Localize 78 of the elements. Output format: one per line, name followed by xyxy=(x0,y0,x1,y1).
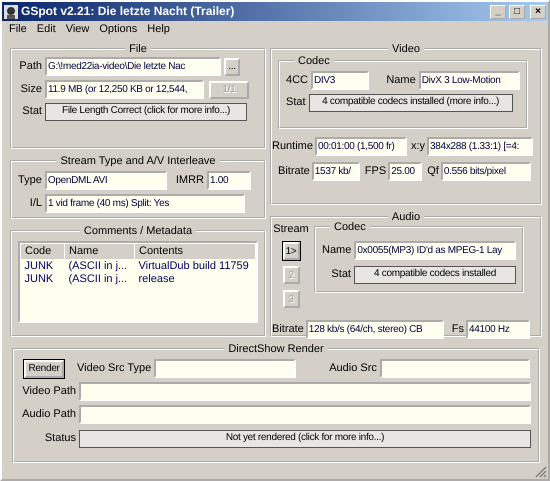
column-header[interactable]: Contents xyxy=(134,244,256,260)
menu-item[interactable]: Help xyxy=(142,23,175,37)
field-label: Path xyxy=(18,60,42,74)
field-label: Name xyxy=(386,74,416,88)
browse-button[interactable]: ... xyxy=(224,58,240,76)
input-field[interactable] xyxy=(79,405,531,424)
field-label: Fs xyxy=(452,323,464,336)
field-label: Stat xyxy=(331,268,351,282)
field-label: Stat xyxy=(286,96,306,110)
group-title: Codec xyxy=(297,55,331,67)
table-cell-text: release xyxy=(138,273,176,286)
field-label: Audio Path xyxy=(21,408,76,422)
column-header[interactable]: Name xyxy=(64,244,134,260)
input-field[interactable] xyxy=(79,382,531,401)
field-label: Audio Src xyxy=(329,362,377,376)
input-field[interactable]: G:\!med22ia-video\Die letzte Nac xyxy=(45,57,221,76)
input-field[interactable]: 44100 Hz xyxy=(466,320,530,340)
table-cell: VirtualDub build 11759 xyxy=(134,260,256,274)
input-field[interactable]: 1537 kb/ xyxy=(312,162,360,181)
input-field[interactable]: DIV3 xyxy=(311,71,370,90)
group-title: Audio xyxy=(390,211,422,223)
render-button[interactable]: Render xyxy=(24,360,64,378)
field-label: Name xyxy=(322,244,352,258)
resize-grip-icon[interactable] xyxy=(535,466,547,478)
group-title: Codec xyxy=(333,221,367,233)
table-cell-text: (ASCII in j... xyxy=(68,273,128,286)
input-field[interactable] xyxy=(154,359,296,378)
input-field[interactable] xyxy=(380,359,530,378)
field-label: Qf xyxy=(427,164,439,178)
field-label: FPS xyxy=(364,164,386,178)
field-label: x:y xyxy=(410,140,426,154)
app-icon xyxy=(4,4,18,18)
input-field[interactable]: 00:01:00 (1,500 fr) xyxy=(314,137,407,156)
table-cell-text: JUNK xyxy=(24,273,54,286)
status-button[interactable]: Not yet rendered (click for more info...) xyxy=(79,430,531,448)
field-label: Video Path xyxy=(21,384,76,398)
group-title: Video xyxy=(391,43,421,55)
field-label: IMRR xyxy=(176,174,204,188)
status-button[interactable]: 4 compatible codecs installed xyxy=(354,266,516,284)
status-button[interactable]: File Length Correct (click for more info...) xyxy=(45,103,247,121)
input-field[interactable]: OpenDML AVI xyxy=(44,171,167,190)
input-field[interactable]: 11.9 MB (or 12,250 KB or 12,544, xyxy=(45,80,204,99)
column-header[interactable]: Code xyxy=(20,244,64,260)
field-label: Video Src Type xyxy=(77,362,152,376)
maximize-button[interactable]: □ xyxy=(509,4,525,18)
field-label: Stat xyxy=(21,105,42,119)
input-field[interactable]: 0.556 bits/pixel xyxy=(440,162,531,181)
field-label: Bitrate xyxy=(272,323,304,336)
input-field[interactable]: 1.00 xyxy=(206,171,251,190)
menu-item[interactable]: Options xyxy=(94,23,142,37)
group-title: Stream Type and A/V Interleave xyxy=(59,155,217,167)
status-button[interactable]: 4 compatible codecs installed (more info...) xyxy=(308,94,513,112)
group-title: File xyxy=(128,43,148,55)
input-field[interactable]: 384x288 (1.33:1) [=4: xyxy=(427,137,534,156)
field-label: 4CC xyxy=(286,74,308,88)
field-label: Runtime xyxy=(272,140,313,154)
close-button[interactable]: × xyxy=(530,4,546,18)
stream-button[interactable]: 1> xyxy=(282,242,300,260)
minimize-button[interactable]: _ xyxy=(490,4,506,18)
field-label: Size xyxy=(20,82,42,96)
window-title: GSpot v2.21: Die letzte Nacht (Trailer) xyxy=(21,4,236,19)
group-title: DirectShow Render xyxy=(227,343,325,355)
input-field[interactable]: 128 kb/s (64/ch, stereo) CB xyxy=(306,320,444,340)
input-field[interactable]: 0x0055(MP3) ID'd as MPEG-1 Lay xyxy=(354,241,516,260)
input-field[interactable]: 25.00 xyxy=(388,162,422,181)
group-title: Comments / Metadata xyxy=(82,225,194,237)
table-cell: (ASCII in j... xyxy=(64,260,134,274)
field-label: Type xyxy=(18,174,42,188)
menu-item[interactable]: File xyxy=(4,23,32,37)
table-cell: JUNK xyxy=(20,260,64,274)
field-label: Status xyxy=(44,432,76,446)
menu-item[interactable]: View xyxy=(60,23,94,37)
field-label: I/L xyxy=(28,196,42,210)
input-field[interactable]: DivX 3 Low-Motion xyxy=(418,71,520,90)
field-label: Stream xyxy=(273,223,309,236)
menu-item[interactable]: Edit xyxy=(32,23,61,37)
input-field[interactable]: 1 vid frame (40 ms) Split: Yes xyxy=(45,194,245,213)
field-label: Bitrate xyxy=(278,164,310,178)
